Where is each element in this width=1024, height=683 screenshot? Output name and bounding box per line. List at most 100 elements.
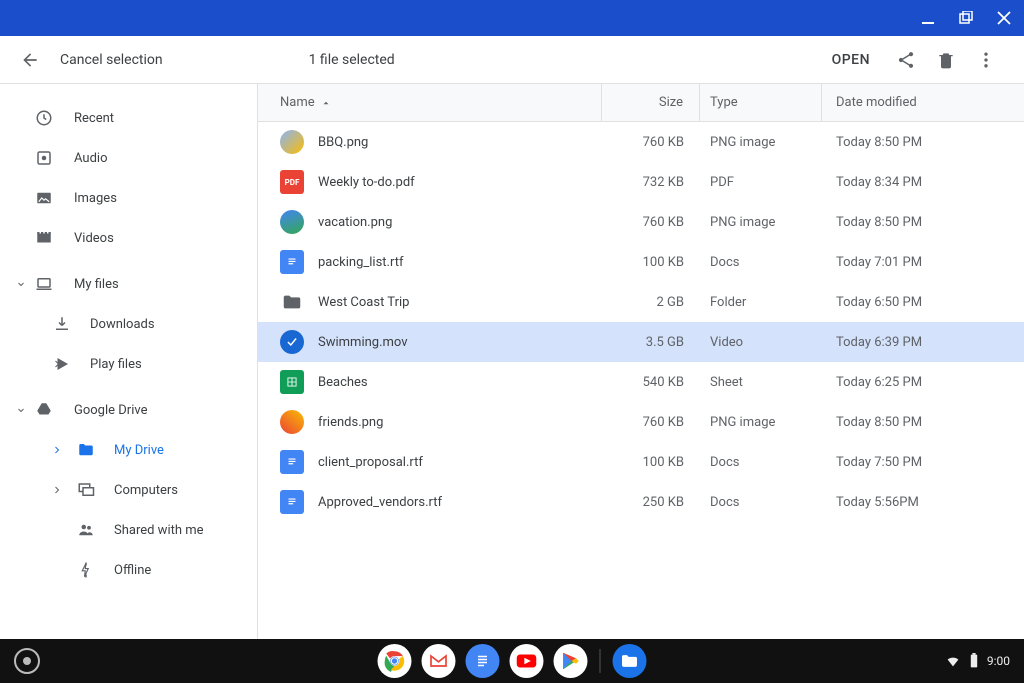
file-name: client_proposal.rtf — [318, 455, 423, 470]
open-button[interactable]: OPEN — [820, 46, 882, 74]
file-size: 760 KB — [602, 135, 700, 150]
docs-app-icon[interactable] — [466, 644, 500, 678]
file-row[interactable]: client_proposal.rtf100 KBDocsToday 7:50 … — [258, 442, 1024, 482]
file-size: 3.5 GB — [602, 335, 700, 350]
clock-label: 9:00 — [987, 654, 1010, 668]
file-size: 100 KB — [602, 455, 700, 470]
sidebar-item-computers[interactable]: Computers — [0, 470, 257, 510]
maximize-button[interactable] — [954, 6, 978, 30]
chevron-right-icon — [48, 358, 66, 370]
sidebar-item-label: Shared with me — [114, 523, 204, 538]
file-row[interactable]: packing_list.rtf100 KBDocsToday 7:01 PM — [258, 242, 1024, 282]
selected-check-icon — [280, 330, 304, 354]
file-row[interactable]: West Coast Trip 2 GBFolderToday 6:50 PM — [258, 282, 1024, 322]
close-button[interactable] — [992, 6, 1016, 30]
laptop-icon — [34, 274, 54, 294]
image-thumbnail-icon — [280, 410, 304, 434]
sidebar-item-label: Audio — [74, 151, 107, 166]
files-app-icon[interactable] — [613, 644, 647, 678]
sidebar-item-videos[interactable]: Videos — [0, 218, 257, 258]
chevron-right-icon — [48, 444, 66, 456]
youtube-app-icon[interactable] — [510, 644, 544, 678]
file-date: Today 5:56PM — [822, 495, 1024, 510]
shelf: 9:00 — [0, 639, 1024, 683]
file-name: Beaches — [318, 375, 368, 390]
file-size: 760 KB — [602, 215, 700, 230]
sidebar-item-my-files[interactable]: My files — [0, 264, 257, 304]
pdf-icon: PDF — [280, 170, 304, 194]
file-name: vacation.png — [318, 215, 392, 230]
sidebar-item-shared[interactable]: Shared with me — [0, 510, 257, 550]
file-list: Name Size Type Date modified BBQ.png760 … — [258, 84, 1024, 639]
column-name-label: Name — [280, 95, 315, 110]
sidebar-item-label: Downloads — [90, 317, 155, 332]
file-date: Today 7:01 PM — [822, 255, 1024, 270]
clock-icon — [34, 108, 54, 128]
file-row[interactable]: Approved_vendors.rtf250 KBDocsToday 5:56… — [258, 482, 1024, 522]
status-area[interactable]: 9:00 — [945, 653, 1010, 669]
sidebar-item-label: Play files — [90, 357, 142, 372]
wifi-icon — [945, 653, 961, 669]
file-name: friends.png — [318, 415, 383, 430]
file-size: 2 GB — [602, 295, 700, 310]
launcher-button[interactable] — [14, 648, 40, 674]
sidebar-item-offline[interactable]: Offline — [0, 550, 257, 590]
chevron-down-icon — [12, 278, 30, 290]
more-options-icon[interactable] — [966, 40, 1006, 80]
chrome-app-icon[interactable] — [378, 644, 412, 678]
play-store-app-icon[interactable] — [554, 644, 588, 678]
file-type: PNG image — [700, 135, 822, 150]
back-arrow-icon[interactable] — [18, 48, 42, 72]
file-date: Today 6:50 PM — [822, 295, 1024, 310]
sidebar-item-google-drive[interactable]: Google Drive — [0, 390, 257, 430]
gmail-app-icon[interactable] — [422, 644, 456, 678]
column-date[interactable]: Date modified — [822, 84, 1024, 121]
minimize-button[interactable] — [916, 6, 940, 30]
file-type: Sheet — [700, 375, 822, 390]
file-name: packing_list.rtf — [318, 255, 403, 270]
share-icon[interactable] — [886, 40, 926, 80]
file-name: Approved_vendors.rtf — [318, 495, 442, 510]
column-size-label: Size — [659, 95, 683, 110]
file-date: Today 8:50 PM — [822, 415, 1024, 430]
selection-toolbar: Cancel selection 1 file selected OPEN — [0, 36, 1024, 84]
sidebar-item-my-drive[interactable]: My Drive — [0, 430, 257, 470]
window-titlebar — [0, 0, 1024, 36]
file-row[interactable]: Swimming.mov3.5 GBVideoToday 6:39 PM — [258, 322, 1024, 362]
column-headers: Name Size Type Date modified — [258, 84, 1024, 122]
doc-icon — [280, 250, 304, 274]
sidebar-item-downloads[interactable]: Downloads — [0, 304, 257, 344]
sidebar-item-images[interactable]: Images — [0, 178, 257, 218]
drive-icon — [34, 400, 54, 420]
file-row[interactable]: PDFWeekly to-do.pdf732 KBPDFToday 8:34 P… — [258, 162, 1024, 202]
sidebar-item-label: Offline — [114, 563, 151, 578]
column-size[interactable]: Size — [602, 84, 700, 121]
column-date-label: Date modified — [836, 95, 917, 110]
offline-icon — [76, 560, 96, 580]
column-name[interactable]: Name — [258, 84, 602, 121]
sidebar-item-label: My files — [74, 277, 119, 292]
sidebar-item-recent[interactable]: Recent — [0, 98, 257, 138]
column-type[interactable]: Type — [700, 84, 822, 121]
file-type: Video — [700, 335, 822, 350]
file-row[interactable]: friends.png760 KBPNG imageToday 8:50 PM — [258, 402, 1024, 442]
file-name: West Coast Trip — [318, 295, 409, 310]
folder-icon — [76, 440, 96, 460]
shared-icon — [76, 520, 96, 540]
file-row[interactable]: vacation.png760 KBPNG imageToday 8:50 PM — [258, 202, 1024, 242]
chevron-right-icon — [48, 484, 66, 496]
file-type: Folder — [700, 295, 822, 310]
selection-count-label: 1 file selected — [309, 52, 395, 68]
file-row[interactable]: Beaches540 KBSheetToday 6:25 PM — [258, 362, 1024, 402]
battery-icon — [969, 653, 979, 669]
download-icon — [52, 314, 72, 334]
delete-icon[interactable] — [926, 40, 966, 80]
file-type: Docs — [700, 455, 822, 470]
computers-icon — [76, 480, 96, 500]
sidebar: Recent Audio Images Videos My files Down… — [0, 84, 258, 639]
file-row[interactable]: BBQ.png760 KBPNG imageToday 8:50 PM — [258, 122, 1024, 162]
cancel-selection-label[interactable]: Cancel selection — [60, 52, 163, 68]
sidebar-item-audio[interactable]: Audio — [0, 138, 257, 178]
column-type-label: Type — [710, 95, 738, 110]
sidebar-item-play-files[interactable]: Play files — [0, 344, 257, 384]
